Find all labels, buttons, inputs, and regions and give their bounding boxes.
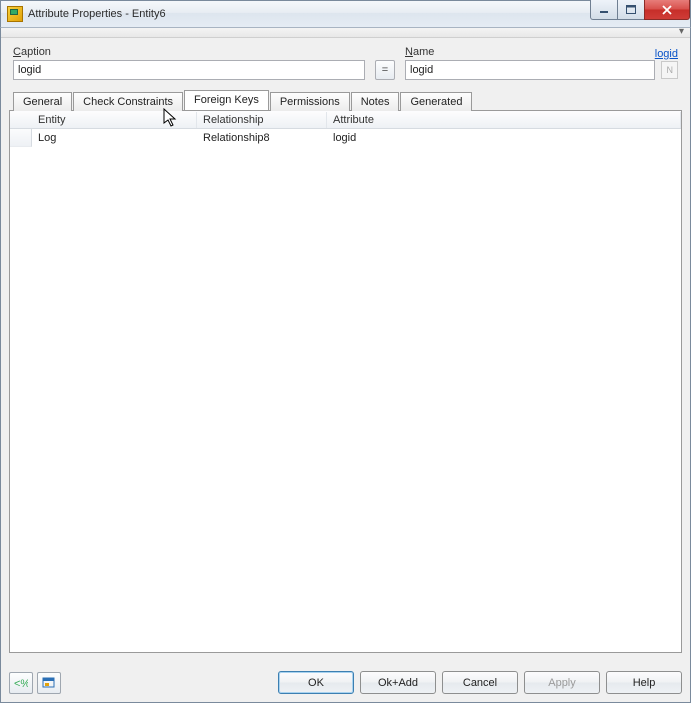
table-row[interactable]: Log Relationship8 logid [10,129,681,147]
tab-strip: General Check Constraints Foreign Keys P… [9,88,682,110]
not-null-toggle[interactable]: N [661,61,678,79]
ok-button[interactable]: OK [278,671,354,694]
top-fields: Caption = Name logid N [9,46,682,88]
column-header-entity[interactable]: Entity [32,112,197,128]
toolbar-strip[interactable] [1,28,690,38]
caption-label: Caption [13,46,365,58]
tab-general[interactable]: General [13,92,72,111]
help-button[interactable]: Help [606,671,682,694]
column-header-relationship[interactable]: Relationship [197,112,327,128]
window-icon [42,677,56,689]
cancel-button[interactable]: Cancel [442,671,518,694]
window-body: Caption = Name logid N General Check Con… [0,28,691,703]
app-icon [7,6,23,22]
name-link[interactable]: logid [655,48,678,60]
tab-check-constraints[interactable]: Check Constraints [73,92,183,111]
cell-entity: Log [32,131,197,145]
close-button[interactable] [644,0,690,20]
name-field-group: Name logid N [405,46,678,80]
svg-text:<%: <% [14,678,28,689]
title-bar[interactable]: Attribute Properties - Entity6 [0,0,691,28]
name-label: Name [405,46,434,58]
window-title: Attribute Properties - Entity6 [28,8,166,20]
bottom-bar: <% OK Ok+Add Cancel Apply Help [1,667,690,702]
content-area: Caption = Name logid N General Check Con… [9,46,682,659]
row-header[interactable] [10,129,32,147]
ok-add-button[interactable]: Ok+Add [360,671,436,694]
grid-header: Entity Relationship Attribute [10,111,681,129]
caption-field-group: Caption [13,46,365,80]
grid-body[interactable]: Log Relationship8 logid [10,129,681,652]
window-icon-button[interactable] [37,672,61,694]
maximize-button[interactable] [617,0,645,20]
window-controls [591,0,690,20]
column-header-attribute[interactable]: Attribute [327,112,681,128]
sync-caption-name-button[interactable]: = [375,60,395,80]
apply-button[interactable]: Apply [524,671,600,694]
tab-foreign-keys[interactable]: Foreign Keys [184,90,269,110]
caption-input[interactable] [13,60,365,80]
name-input[interactable] [405,60,655,80]
cell-relationship: Relationship8 [197,131,327,145]
cell-attribute: logid [327,131,681,145]
foreign-keys-pane: Entity Relationship Attribute Log Relati… [9,110,682,653]
script-icon-button[interactable]: <% [9,672,33,694]
minimize-button[interactable] [590,0,618,20]
tab-generated[interactable]: Generated [400,92,472,111]
code-icon: <% [14,677,28,689]
tab-permissions[interactable]: Permissions [270,92,350,111]
tab-notes[interactable]: Notes [351,92,400,111]
